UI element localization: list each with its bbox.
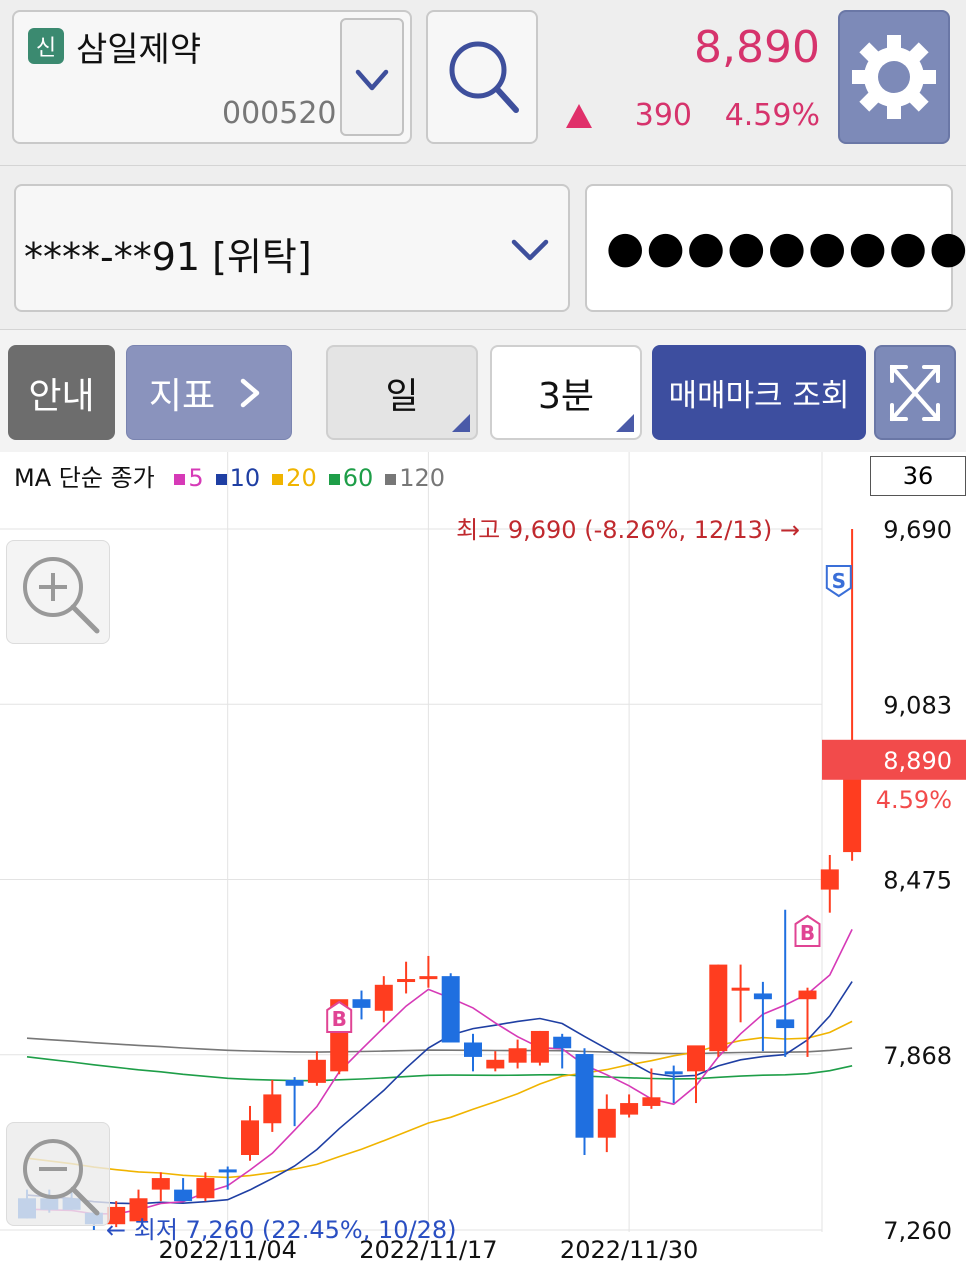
candle-body — [464, 1042, 482, 1057]
candle-body — [731, 987, 750, 991]
guide-button[interactable]: 안내 — [8, 345, 115, 440]
candle-body — [687, 1045, 705, 1072]
ma-line — [26, 1056, 853, 1082]
indicator-button[interactable]: 지표 — [126, 345, 292, 440]
zoom-out-icon — [23, 1139, 100, 1216]
candle-body — [441, 976, 460, 1043]
search-button[interactable] — [426, 10, 538, 144]
trade-mark-label: B — [800, 921, 815, 945]
candle-body — [397, 979, 416, 983]
current-price-label: 8,890 — [883, 747, 952, 775]
stock-name: 삼일제약 — [76, 30, 202, 70]
candle-body — [620, 1103, 639, 1115]
y-axis-label: 9,083 — [883, 691, 952, 719]
chevron-down-icon — [355, 69, 389, 91]
up-arrow-icon — [566, 104, 592, 128]
x-tick-label: 2022/11/30 — [560, 1236, 698, 1264]
candle-body — [419, 976, 438, 980]
candle-body — [374, 984, 393, 1011]
change-rate: 4.59% — [724, 98, 820, 133]
candle-body — [820, 869, 839, 890]
settings-button[interactable] — [838, 10, 950, 144]
trade-mark-label: B — [332, 1007, 347, 1031]
chevron-down-icon[interactable] — [508, 232, 552, 268]
candle-body — [597, 1108, 616, 1138]
current-price: 8,890 — [694, 22, 820, 73]
y-axis-label: 7,868 — [883, 1042, 952, 1070]
y-axis-label: 8,475 — [883, 867, 952, 895]
candle-body — [642, 1097, 661, 1106]
expand-icon — [890, 365, 940, 421]
y-axis-label: 9,690 — [883, 516, 952, 544]
candle-body — [664, 1071, 683, 1075]
candle-body — [352, 999, 371, 1008]
period-selector[interactable]: 일 — [326, 345, 478, 440]
candle-body — [307, 1059, 326, 1083]
candle-body — [263, 1094, 282, 1124]
candle-body — [709, 964, 728, 1052]
y-axis-label: 7,260 — [883, 1217, 952, 1245]
interval-selector[interactable]: 3분 — [490, 345, 642, 440]
gear-icon — [852, 35, 936, 119]
trade-mark-label: S — [832, 569, 846, 593]
candle-body — [486, 1059, 505, 1069]
zoom-in-button[interactable] — [6, 540, 110, 644]
stock-dropdown-button[interactable] — [340, 18, 404, 136]
candle-body — [553, 1036, 572, 1049]
high-annotation: 최고 9,690 (-8.26%, 12/13) → — [456, 516, 800, 544]
zoom-in-icon — [23, 557, 100, 634]
ma-line — [26, 1020, 853, 1179]
candle-body — [241, 1120, 259, 1155]
candle-body — [575, 1054, 594, 1138]
candle-body — [776, 1019, 795, 1029]
candle-body — [174, 1189, 193, 1202]
credit-badge: 신 — [28, 28, 64, 64]
candle-body — [218, 1169, 237, 1173]
trade-mark-button[interactable]: 매매마크 조회 — [652, 345, 866, 440]
candle-body — [151, 1178, 170, 1190]
price-change: 390 — [634, 98, 692, 133]
candle-body — [196, 1178, 215, 1199]
candle-body — [530, 1030, 549, 1063]
candlestick-chart[interactable]: 9,6909,0838,4757,8687,2602022/11/04 2022/… — [0, 452, 966, 1264]
search-icon — [449, 41, 519, 113]
corner-triangle-icon — [616, 414, 634, 432]
corner-triangle-icon — [452, 414, 470, 432]
current-rate-label: 4.59% — [876, 786, 952, 814]
candle-body — [753, 993, 772, 1000]
interval-label: 3분 — [537, 375, 595, 417]
indicator-label: 지표 — [148, 375, 216, 417]
stock-code: 000520 — [222, 96, 337, 131]
password-mask: ●●●●●●●●● — [606, 222, 966, 273]
zoom-out-button[interactable] — [6, 1122, 110, 1226]
low-annotation: ← 최저 7,260 (22.45%, 10/28) — [106, 1216, 457, 1244]
chevron-right-icon — [240, 378, 260, 407]
candle-body — [285, 1079, 304, 1086]
candle-body — [508, 1048, 527, 1063]
fullscreen-button[interactable] — [874, 345, 956, 440]
account-number: ****-**91 [위탁] — [24, 235, 312, 279]
ma-line — [26, 981, 853, 1205]
candle-body — [798, 990, 817, 1000]
period-label: 일 — [385, 375, 419, 417]
